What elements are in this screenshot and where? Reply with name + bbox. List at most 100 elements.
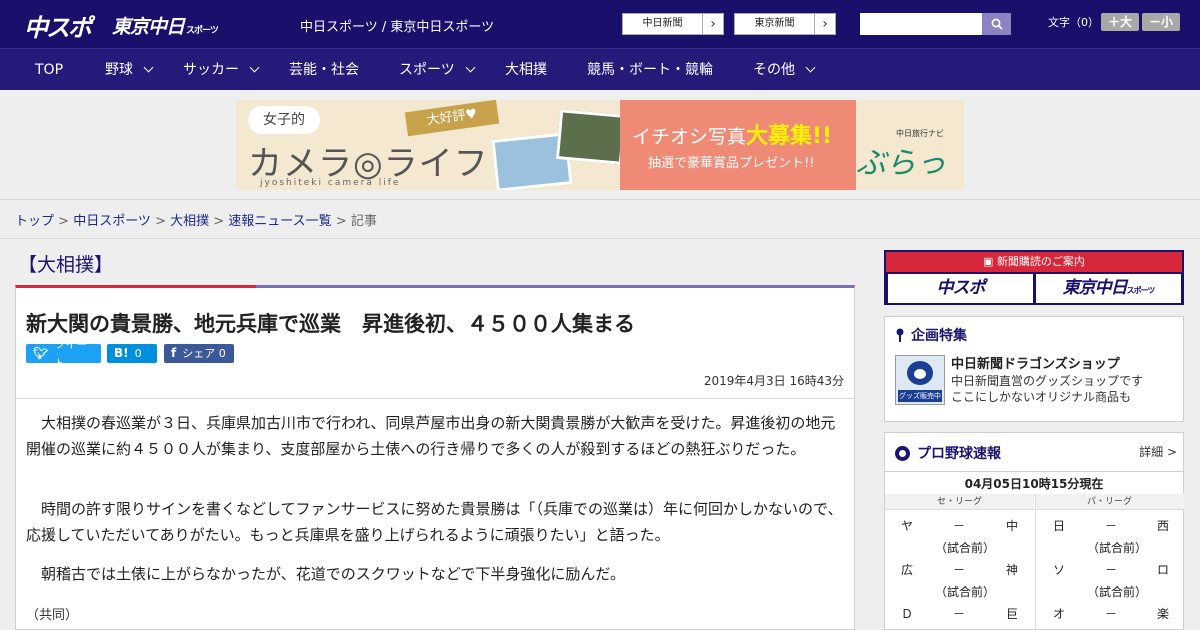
pacific-league-header: パ・リーグ (1035, 494, 1184, 510)
breadcrumb-sep: > (54, 214, 74, 229)
facebook-share-label: シェア 0 (182, 347, 226, 360)
baseball-title: プロ野球速報 (895, 443, 1001, 463)
breadcrumb: トップ > 中日スポーツ > 大相撲 > 速報ニュース一覧 > 記事 (15, 210, 377, 229)
game-home-team: 日 (1053, 519, 1066, 533)
game-status: （試合前） (1087, 541, 1148, 555)
chevron-down-icon (249, 62, 260, 73)
article-headline: 新大関の貴景勝、地元兵庫で巡業 昇進後初、４５００人集まる (26, 312, 635, 336)
game-away-team: 神 (1006, 563, 1019, 577)
tweet-button[interactable]: 🐦︎ ツイート (26, 338, 101, 370)
subscribe-tokyo-logo-text: 東京中日 (1062, 278, 1128, 298)
game-score: － (953, 563, 966, 577)
tokyo-shimbun-button[interactable]: 東京新聞 › (734, 13, 836, 35)
breadcrumb-news-list[interactable]: 速報ニュース一覧 (228, 214, 331, 229)
article-separator (16, 398, 854, 399)
article-category: 【大相撲】 (18, 254, 114, 276)
game-score: － (953, 607, 966, 621)
nav-baseball[interactable]: 野球 (105, 49, 154, 91)
banner-headline-prefix: イチオシ写真 (632, 126, 747, 148)
game-score: － (953, 519, 966, 533)
font-size-down-button[interactable]: －小 (1142, 13, 1180, 31)
banner-subtitle: jyoshiteki camera life (260, 178, 401, 188)
game-home-team: オ (1053, 607, 1066, 621)
chuspo-logo[interactable]: 中スポ (24, 8, 92, 43)
nav-other[interactable]: その他 (753, 49, 816, 91)
game-away-team: 中 (1006, 519, 1019, 533)
feature-panel: 企画特集 グッズ販売中 中日新聞ドラゴンズショップ 中日新聞直営のグッズショップ… (884, 316, 1184, 422)
nav-entertainment-label: 芸能・社会 (289, 62, 359, 78)
banner-headline: イチオシ写真大募集!! (632, 118, 832, 150)
game-status: （試合前） (935, 585, 996, 599)
game-away-team: 巨 (1006, 607, 1019, 621)
breadcrumb-chuspo[interactable]: 中日スポーツ (73, 214, 151, 229)
game-status: （試合前） (935, 541, 996, 555)
article-accent-red (16, 285, 256, 288)
subscription-heading: ▣ 新聞購読のご案内 (886, 252, 1182, 272)
chevron-right-icon: › (710, 16, 716, 32)
banner-ribbon: 大好評♥ (404, 100, 500, 137)
nav-sumo[interactable]: 大相撲 (505, 49, 547, 91)
subscription-box[interactable]: ▣ 新聞購読のご案内 中スポ 東京中日スポーツ (884, 250, 1184, 305)
subscription-heading-label: 新聞購読のご案内 (996, 255, 1085, 268)
breadcrumb-sumo[interactable]: 大相撲 (170, 214, 209, 229)
goods-tag: グッズ販売中 (898, 390, 942, 402)
site-names: 中日スポーツ / 東京中日スポーツ (300, 20, 495, 35)
banner-sub: 抽選で豪華賞品プレゼント!! (648, 156, 815, 171)
nav-baseball-label: 野球 (105, 62, 133, 78)
game-home-team: ソ (1053, 563, 1066, 577)
tokyo-chunichi-logo[interactable]: 東京中日 スポーツ (112, 12, 219, 39)
nav-top[interactable]: TOP (35, 49, 63, 91)
hatena-icon: B! (114, 346, 129, 360)
mascot-icon (907, 361, 933, 385)
game-score: － (1105, 519, 1118, 533)
nav-other-label: その他 (753, 62, 795, 78)
nav-entertainment[interactable]: 芸能・社会 (289, 49, 359, 91)
nav-soccer[interactable]: サッカー (183, 49, 260, 91)
font-size-up-button[interactable]: ＋大 (1101, 13, 1139, 31)
dragons-shop-description: 中日新聞直営のグッズショップです ここにしかないオリジナル商品も (951, 373, 1143, 405)
game-score: － (1105, 607, 1118, 621)
banner-bubble: 女子的 (248, 106, 320, 134)
score-timestamp: 04月05日10時15分現在 (885, 471, 1183, 496)
subscribe-tokyo-logo[interactable]: 東京中日スポーツ (1036, 274, 1181, 303)
article-paragraph: 時間の許す限りサインを書くなどしてファンサービスに努めた貴景勝は「（兵庫での巡業… (26, 500, 843, 544)
chunichi-shimbun-button[interactable]: 中日新聞 › (622, 13, 724, 35)
nav-sports[interactable]: スポーツ (399, 49, 476, 91)
dragons-shop-thumbnail[interactable]: グッズ販売中 (895, 355, 945, 405)
hatena-bookmark-button[interactable]: B! 0 (107, 344, 157, 363)
camera-life-banner[interactable]: 女子的 カメラ◎ライフ jyoshiteki camera life 大好評♥ … (236, 100, 964, 190)
breadcrumb-sep: > (209, 214, 229, 229)
subscribe-tokyo-logo-small: スポーツ (1126, 286, 1156, 295)
nav-soccer-label: サッカー (183, 62, 239, 78)
game-away-team: ロ (1157, 563, 1170, 577)
game-away-team: 西 (1157, 519, 1170, 533)
baseball-detail-link[interactable]: 詳細 > (1139, 443, 1177, 460)
facebook-icon: f (171, 346, 177, 360)
nav-sumo-label: 大相撲 (505, 62, 547, 78)
pin-icon (896, 328, 904, 342)
search-icon (991, 18, 1003, 30)
font-size-label: 文字（0） (1048, 16, 1099, 29)
chevron-down-icon (805, 62, 816, 73)
game-home-team: 広 (901, 563, 914, 577)
game-home-team: ヤ (901, 519, 914, 533)
breadcrumb-top[interactable]: トップ (15, 214, 54, 229)
hatena-count: 0 (134, 347, 142, 360)
chevron-down-icon (143, 62, 154, 73)
breadcrumb-sep: > (331, 214, 351, 229)
article-paragraph: 大相撲の春巡業が３日、兵庫県加古川市で行われ、同県芦屋市出身の新大関貴景勝が大歓… (26, 414, 836, 458)
search-input[interactable] (860, 13, 982, 35)
banner-area: 女子的 カメラ◎ライフ jyoshiteki camera life 大好評♥ … (0, 90, 1200, 200)
subscribe-chuspo-logo[interactable]: 中スポ (888, 274, 1033, 303)
article-paragraph: 朝稽古では土俵に上がらなかったが、花道でのスクワットなどで下半身強化に励んだ。 (26, 565, 625, 583)
facebook-share-button[interactable]: f シェア 0 (164, 344, 234, 363)
main-nav: TOP 野球 サッカー 芸能・社会 スポーツ 大相撲 競馬・ボート・競輪 その他 (0, 48, 1200, 90)
search-button[interactable] (982, 13, 1011, 35)
shop-desc-line: ここにしかないオリジナル商品も (951, 390, 1132, 404)
breadcrumb-sep: > (150, 214, 171, 229)
newspaper-icon: ▣ (983, 255, 997, 268)
game-status: （試合前） (1087, 585, 1148, 599)
nav-keiba[interactable]: 競馬・ボート・競輪 (587, 49, 713, 91)
dragons-shop-link[interactable]: 中日新聞ドラゴンズショップ (951, 353, 1120, 372)
article-accent-purple (256, 285, 854, 288)
